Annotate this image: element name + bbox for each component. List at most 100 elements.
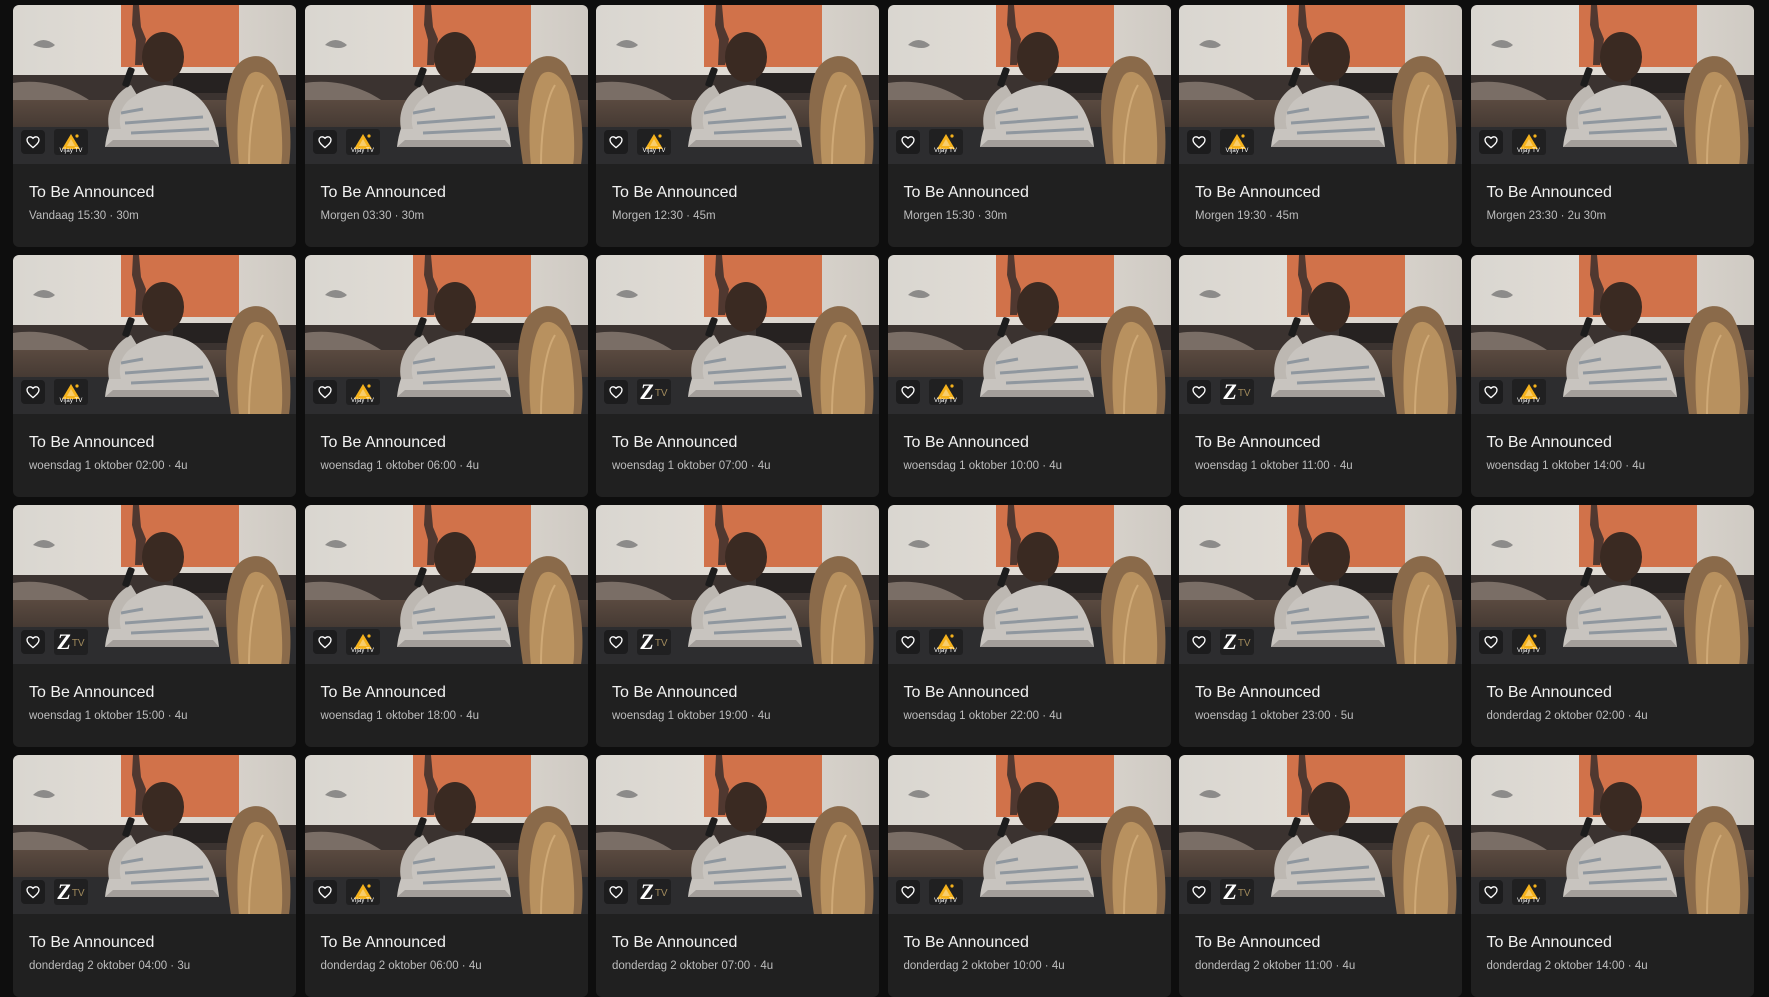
- program-schedule: Vandaag 15:30 · 30m: [29, 210, 139, 222]
- program-title: To Be Announced: [320, 934, 446, 951]
- program-card[interactable]: Vijay TV To Be Announced Morgen 03:30 · …: [304, 5, 588, 247]
- program-card[interactable]: Z TV To Be Announced donderdag 2 oktober …: [596, 755, 879, 997]
- program-card[interactable]: Vijay TV To Be Announced Vandaag 15:30 ·…: [13, 5, 296, 247]
- vijay-tv-logo: Vijay TV: [1511, 129, 1546, 155]
- favorite-button[interactable]: [895, 630, 920, 654]
- z-tv-logo-suffix: TV: [654, 888, 668, 899]
- program-thumbnail: Z TV: [596, 255, 879, 414]
- favorite-button[interactable]: [895, 380, 920, 404]
- program-title: To Be Announced: [612, 684, 738, 701]
- favorite-button[interactable]: [604, 380, 628, 404]
- vijay-tv-logo: Vijay TV: [1220, 129, 1254, 155]
- program-info: To Be Announced woensdag 1 oktober 11:00…: [1179, 433, 1462, 473]
- z-tv-logo-letter: Z: [1223, 379, 1237, 404]
- z-tv-logo-suffix: TV: [1237, 638, 1251, 649]
- program-card[interactable]: Vijay TV To Be Announced donderdag 2 okt…: [1470, 505, 1754, 747]
- favorite-button[interactable]: [604, 630, 628, 654]
- heart-outline-icon: [1192, 136, 1206, 149]
- heart-outline-icon: [26, 636, 40, 649]
- favorite-button[interactable]: [1187, 130, 1211, 154]
- program-card[interactable]: Vijay TV To Be Announced donderdag 2 okt…: [1470, 755, 1754, 997]
- program-schedule: Morgen 12:30 · 45m: [612, 210, 716, 222]
- program-card[interactable]: Vijay TV To Be Announced Morgen 23:30 · …: [1470, 5, 1754, 247]
- program-title: To Be Announced: [320, 684, 446, 701]
- vijay-tv-logo-label: Vijay TV: [351, 398, 374, 404]
- favorite-button[interactable]: [21, 880, 45, 904]
- program-card[interactable]: Z TV To Be Announced woensdag 1 oktober 1…: [1179, 255, 1462, 497]
- program-card[interactable]: Z TV To Be Announced woensdag 1 oktober 1…: [13, 505, 296, 747]
- favorite-button[interactable]: [21, 380, 45, 404]
- program-card[interactable]: Vijay TV To Be Announced woensdag 1 okto…: [304, 505, 588, 747]
- program-card[interactable]: Vijay TV To Be Announced Morgen 12:30 · …: [596, 5, 879, 247]
- program-schedule: woensdag 1 oktober 19:00 · 4u: [612, 710, 771, 722]
- favorite-button[interactable]: [1478, 880, 1503, 904]
- favorite-button[interactable]: [312, 130, 337, 154]
- program-card[interactable]: Z TV To Be Announced donderdag 2 oktober …: [1179, 755, 1462, 997]
- program-card[interactable]: Z TV To Be Announced woensdag 1 oktober 0…: [596, 255, 879, 497]
- heart-outline-icon: [1483, 886, 1498, 899]
- favorite-button[interactable]: [312, 880, 337, 904]
- program-card[interactable]: Vijay TV To Be Announced donderdag 2 okt…: [304, 755, 588, 997]
- favorite-button[interactable]: [604, 130, 628, 154]
- program-thumbnail: Vijay TV: [887, 255, 1171, 414]
- program-thumbnail: Z TV: [13, 505, 296, 664]
- thumbnail-overlay: Vijay TV: [604, 129, 671, 155]
- program-card[interactable]: Z TV To Be Announced woensdag 1 oktober 2…: [1179, 505, 1462, 747]
- program-info: To Be Announced woensdag 1 oktober 10:00…: [888, 433, 1171, 473]
- favorite-button[interactable]: [1187, 880, 1211, 904]
- favorite-button[interactable]: [1478, 630, 1503, 654]
- favorite-button[interactable]: [21, 630, 45, 654]
- program-card[interactable]: Z TV To Be Announced donderdag 2 oktober …: [13, 755, 296, 997]
- program-schedule: donderdag 2 oktober 10:00 · 4u: [903, 960, 1065, 972]
- program-card[interactable]: Vijay TV To Be Announced woensdag 1 okto…: [887, 255, 1171, 497]
- program-info: To Be Announced Morgen 03:30 · 30m: [305, 183, 588, 223]
- vijay-tv-logo: Vijay TV: [1511, 379, 1546, 405]
- heart-outline-icon: [609, 886, 623, 899]
- program-schedule: woensdag 1 oktober 10:00 · 4u: [903, 460, 1063, 472]
- heart-outline-icon: [609, 386, 623, 399]
- program-card[interactable]: Vijay TV To Be Announced woensdag 1 okto…: [13, 255, 296, 497]
- program-schedule: woensdag 1 oktober 06:00 · 4u: [320, 460, 480, 472]
- favorite-button[interactable]: [312, 380, 337, 404]
- z-tv-logo-letter: Z: [1223, 879, 1237, 904]
- program-thumbnail: Vijay TV: [887, 505, 1171, 664]
- program-thumbnail: Vijay TV: [304, 255, 588, 414]
- vijay-tv-logo-label: Vijay TV: [351, 648, 374, 654]
- favorite-button[interactable]: [21, 130, 45, 154]
- favorite-button[interactable]: [895, 880, 920, 904]
- favorite-button[interactable]: [1478, 380, 1503, 404]
- z-tv-logo-letter: Z: [57, 879, 71, 904]
- program-card[interactable]: Z TV To Be Announced woensdag 1 oktober 1…: [596, 505, 879, 747]
- program-info: To Be Announced woensdag 1 oktober 14:00…: [1471, 433, 1754, 473]
- program-schedule: woensdag 1 oktober 07:00 · 4u: [612, 460, 771, 472]
- program-card[interactable]: Vijay TV To Be Announced Morgen 19:30 · …: [1179, 5, 1462, 247]
- favorite-button[interactable]: [1187, 630, 1211, 654]
- program-thumbnail: Z TV: [1179, 755, 1462, 914]
- program-title: To Be Announced: [1195, 434, 1321, 451]
- program-info: To Be Announced Morgen 19:30 · 45m: [1179, 183, 1462, 223]
- program-thumbnail: Vijay TV: [304, 755, 588, 914]
- program-grid: Vijay TV To Be Announced Vandaag 15:30 ·…: [13, 5, 1754, 997]
- vijay-tv-logo-label: Vijay TV: [934, 648, 957, 654]
- program-card[interactable]: Vijay TV To Be Announced woensdag 1 okto…: [887, 505, 1171, 747]
- thumbnail-overlay: Vijay TV: [895, 879, 963, 905]
- program-card[interactable]: Vijay TV To Be Announced donderdag 2 okt…: [887, 755, 1171, 997]
- favorite-button[interactable]: [604, 880, 628, 904]
- thumbnail-overlay: Z TV: [604, 879, 671, 905]
- program-card[interactable]: Vijay TV To Be Announced Morgen 15:30 · …: [887, 5, 1171, 247]
- program-title: To Be Announced: [903, 434, 1029, 451]
- program-schedule: woensdag 1 oktober 23:00 · 5u: [1195, 710, 1354, 722]
- favorite-button[interactable]: [1478, 130, 1503, 154]
- program-schedule: woensdag 1 oktober 11:00 · 4u: [1195, 460, 1353, 472]
- heart-outline-icon: [900, 886, 915, 899]
- vijay-tv-logo-label: Vijay TV: [642, 148, 666, 154]
- program-info: To Be Announced donderdag 2 oktober 14:0…: [1471, 933, 1754, 973]
- favorite-button[interactable]: [1187, 380, 1211, 404]
- program-card[interactable]: Vijay TV To Be Announced woensdag 1 okto…: [1470, 255, 1754, 497]
- program-title: To Be Announced: [320, 434, 446, 451]
- favorite-button[interactable]: [312, 630, 337, 654]
- favorite-button[interactable]: [895, 130, 920, 154]
- program-card[interactable]: Vijay TV To Be Announced woensdag 1 okto…: [304, 255, 588, 497]
- program-schedule: Morgen 03:30 · 30m: [320, 210, 425, 222]
- program-info: To Be Announced Morgen 23:30 · 2u 30m: [1471, 183, 1754, 223]
